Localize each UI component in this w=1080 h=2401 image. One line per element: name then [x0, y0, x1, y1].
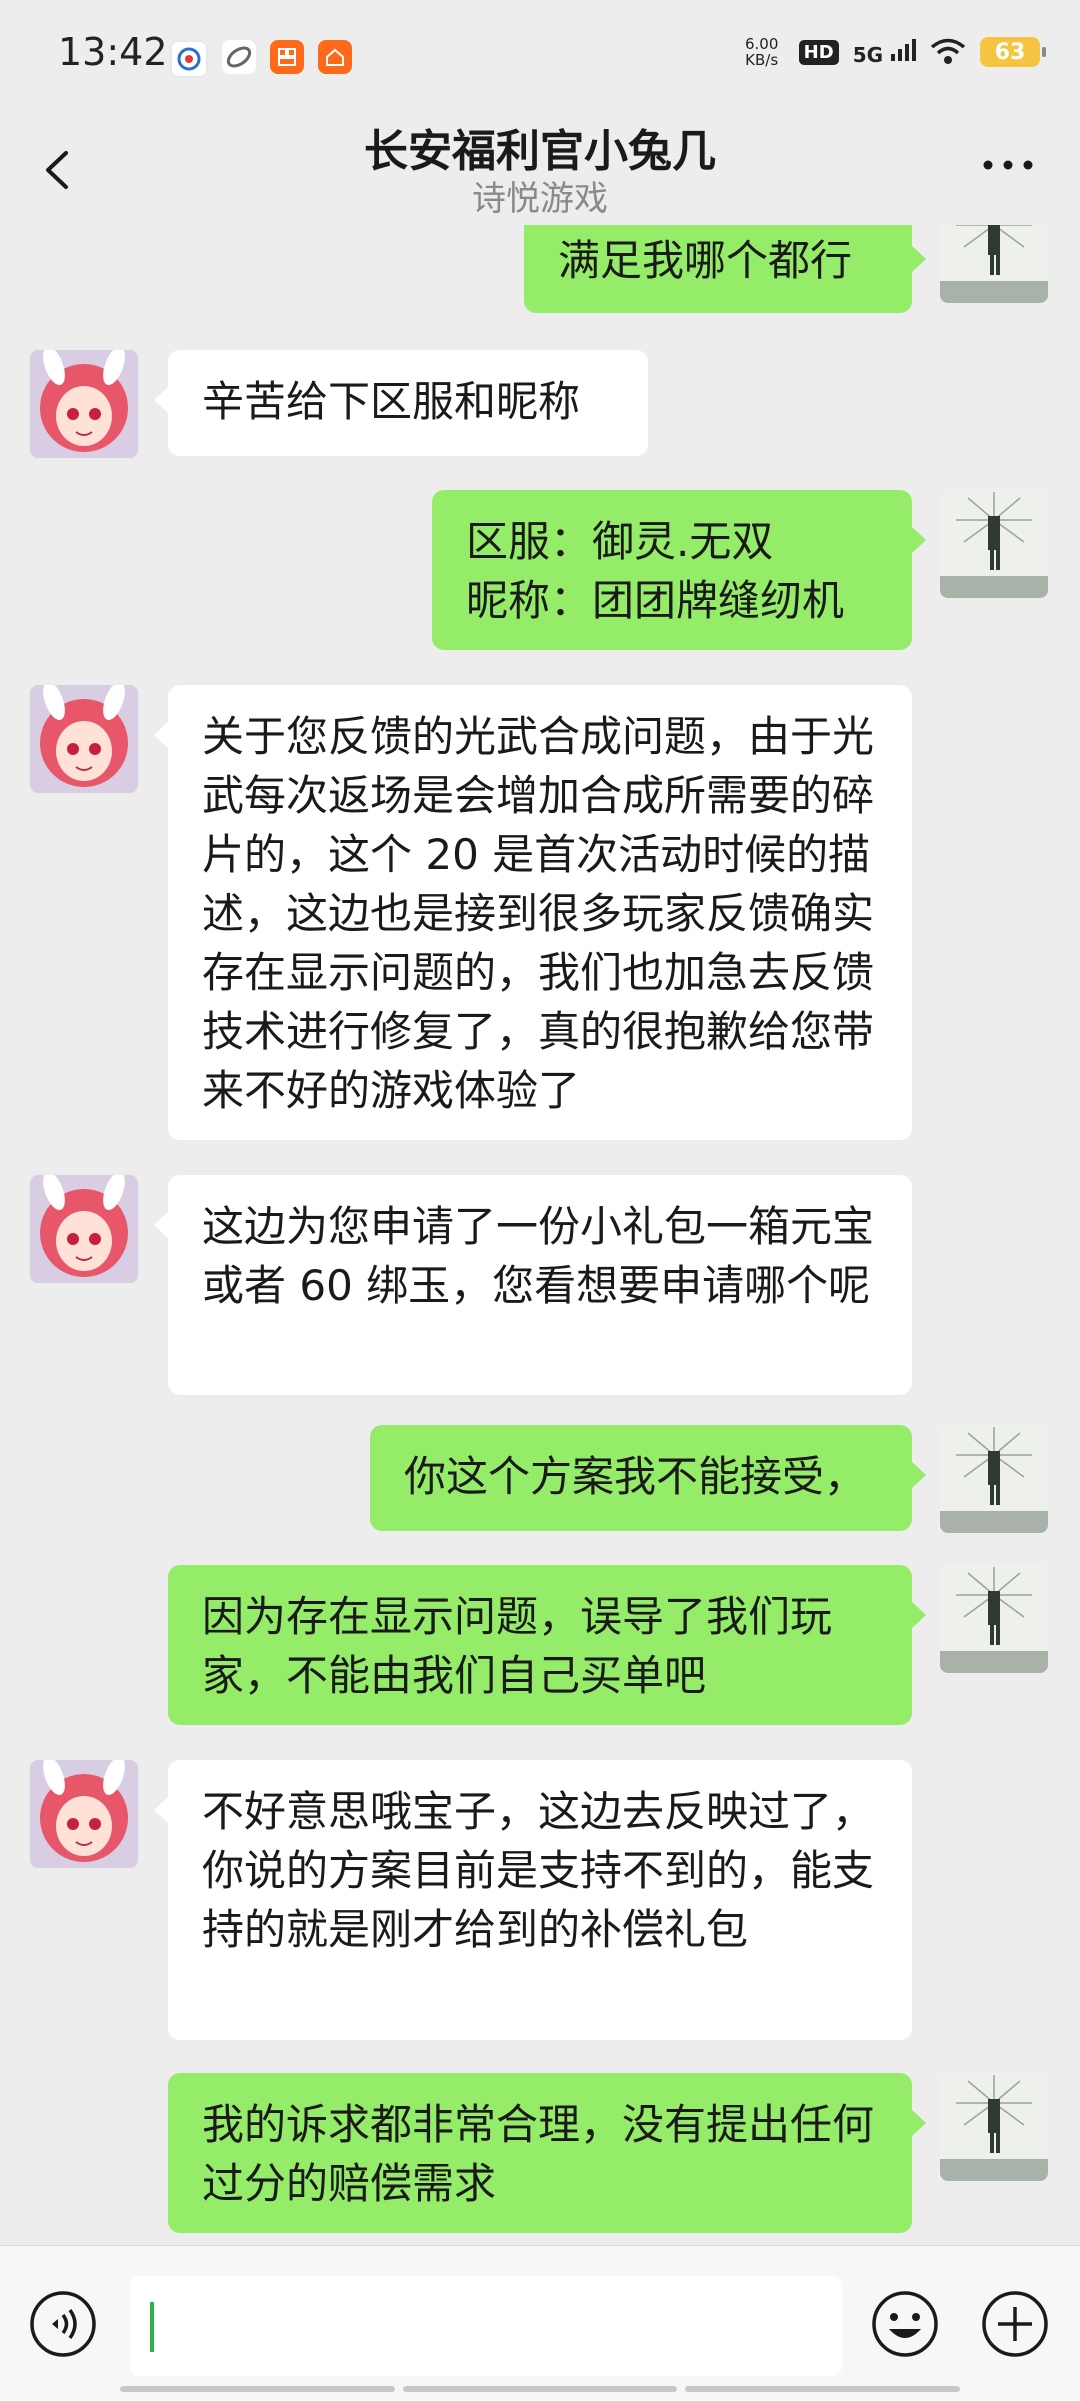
- message-bubble[interactable]: 因为存在显示问题，误导了我们玩家，不能由我们自己买单吧: [168, 1565, 926, 1725]
- plus-icon: [982, 2291, 1048, 2357]
- text-caret: [150, 2302, 154, 2352]
- more-dots-icon: [983, 160, 1033, 170]
- contact-avatar[interactable]: [30, 350, 138, 458]
- signal-icon: [891, 38, 916, 61]
- status-time: 13:42: [58, 30, 168, 74]
- hd-badge: HD: [798, 39, 839, 65]
- more-options-button[interactable]: [978, 145, 1038, 185]
- network-type-label: 5G: [852, 42, 884, 67]
- chat-subtitle: 诗悦游戏: [472, 179, 608, 219]
- status-notification-icons: [170, 40, 352, 78]
- emoji-icon: [872, 2291, 938, 2357]
- chat-title: 长安福利官小兔几: [364, 126, 716, 177]
- more-functions-button[interactable]: [980, 2289, 1050, 2359]
- contact-avatar[interactable]: [30, 1760, 138, 1868]
- network-speed-unit: KB/s: [745, 51, 779, 69]
- network-type: 5G: [853, 38, 916, 67]
- message-bubble[interactable]: 辛苦给下区服和昵称: [154, 350, 648, 456]
- message-bubble[interactable]: 满足我哪个都行: [524, 225, 926, 313]
- gesture-bar: [120, 2386, 961, 2392]
- battery-level: 63: [994, 39, 1026, 65]
- my-avatar[interactable]: [940, 1425, 1048, 1533]
- input-bar: [0, 2245, 1080, 2401]
- contact-avatar[interactable]: [30, 1175, 138, 1283]
- link-app-icon: [222, 40, 256, 74]
- my-avatar[interactable]: [940, 225, 1048, 303]
- video-app-icon: [170, 40, 208, 78]
- network-speed: 6.00 KB/s: [739, 36, 785, 68]
- contact-avatar[interactable]: [30, 685, 138, 793]
- chat-header: 长安福利官小兔几 诗悦游戏: [0, 115, 1080, 225]
- home-app-icon: [318, 40, 352, 74]
- voice-icon: [30, 2291, 96, 2357]
- shopping-app-icon: [270, 40, 304, 74]
- message-bubble[interactable]: 我的诉求都非常合理，没有提出任何过分的赔偿需求: [168, 2073, 926, 2233]
- emoji-button[interactable]: [870, 2289, 940, 2359]
- my-avatar[interactable]: [940, 490, 1048, 598]
- message-input[interactable]: [130, 2276, 842, 2376]
- network-speed-value: 6.00: [744, 35, 779, 53]
- voice-input-button[interactable]: [28, 2289, 98, 2359]
- message-bubble[interactable]: 这边为您申请了一份小礼包一箱元宝或者 60 绑玉，您看想要申请哪个呢: [154, 1175, 912, 1395]
- my-avatar[interactable]: [940, 2073, 1048, 2181]
- message-list[interactable]: 满足我哪个都行 辛苦给下区服和昵称 区服：御灵.无双 昵称：团团牌缝纫机 关于您…: [0, 225, 1080, 2245]
- battery-indicator: 63: [980, 37, 1046, 67]
- message-bubble[interactable]: 你这个方案我不能接受，: [370, 1425, 926, 1531]
- my-avatar[interactable]: [940, 1565, 1048, 1673]
- message-bubble[interactable]: 关于您反馈的光武合成问题，由于光武每次返场是会增加合成所需要的碎片的，这个 20…: [154, 685, 912, 1140]
- status-bar: 13:42 6.00 KB/s HD 5G 63: [0, 0, 1080, 115]
- message-bubble[interactable]: 不好意思哦宝子，这边去反映过了，你说的方案目前是支持不到的，能支持的就是刚才给到…: [154, 1760, 912, 2040]
- status-right-group: 6.00 KB/s HD 5G 63: [739, 36, 1046, 68]
- wifi-icon: [930, 38, 966, 64]
- message-bubble[interactable]: 区服：御灵.无双 昵称：团团牌缝纫机: [432, 490, 926, 650]
